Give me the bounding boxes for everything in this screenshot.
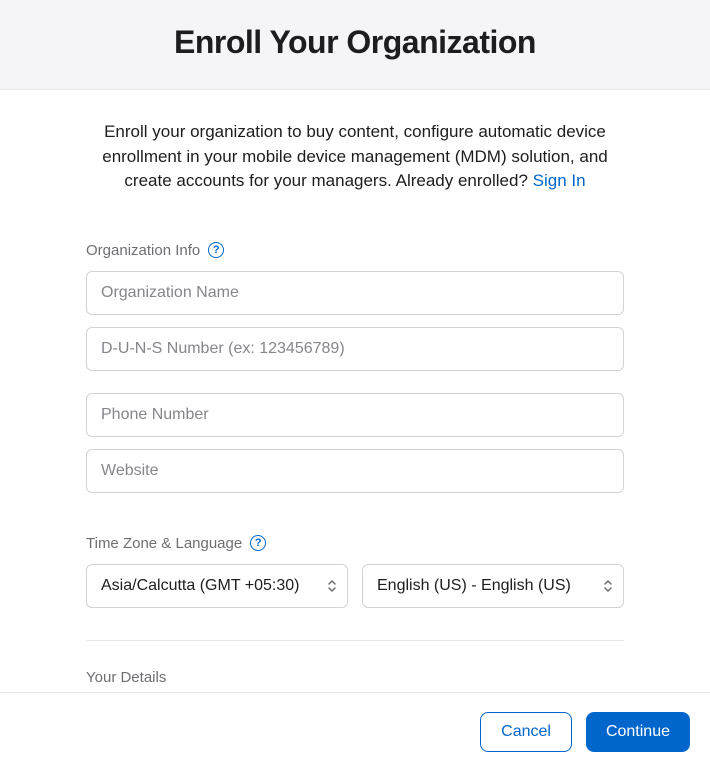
section-divider xyxy=(86,640,624,641)
content-area: Enroll your organization to buy content,… xyxy=(0,90,710,692)
timezone-select[interactable]: Asia/Calcutta (GMT +05:30) xyxy=(86,564,348,608)
timezone-lang-label-text: Time Zone & Language xyxy=(86,535,242,552)
org-info-label: Organization Info ? xyxy=(86,242,624,259)
phone-website-group xyxy=(86,393,624,493)
your-details-label-text: Your Details xyxy=(86,669,166,686)
footer-bar: Cancel Continue xyxy=(0,692,710,770)
language-select-wrapper: English (US) - English (US) xyxy=(362,564,624,608)
cancel-button[interactable]: Cancel xyxy=(480,712,572,752)
help-icon[interactable]: ? xyxy=(250,535,266,551)
website-input[interactable] xyxy=(86,449,624,493)
page-header: Enroll Your Organization xyxy=(0,0,710,90)
language-select[interactable]: English (US) - English (US) xyxy=(362,564,624,608)
org-info-label-text: Organization Info xyxy=(86,242,200,259)
timezone-select-wrapper: Asia/Calcutta (GMT +05:30) xyxy=(86,564,348,608)
duns-number-input[interactable] xyxy=(86,327,624,371)
sign-in-link[interactable]: Sign In xyxy=(533,171,586,190)
page-title: Enroll Your Organization xyxy=(0,24,710,61)
phone-number-input[interactable] xyxy=(86,393,624,437)
your-details-label: Your Details xyxy=(86,669,624,686)
intro-paragraph: Enroll your organization to buy content,… xyxy=(86,120,624,194)
organization-name-input[interactable] xyxy=(86,271,624,315)
timezone-lang-row: Asia/Calcutta (GMT +05:30) English (US) … xyxy=(86,564,624,608)
org-name-duns-group xyxy=(86,271,624,371)
help-icon[interactable]: ? xyxy=(208,242,224,258)
continue-button[interactable]: Continue xyxy=(586,712,690,752)
timezone-lang-label: Time Zone & Language ? xyxy=(86,535,624,552)
